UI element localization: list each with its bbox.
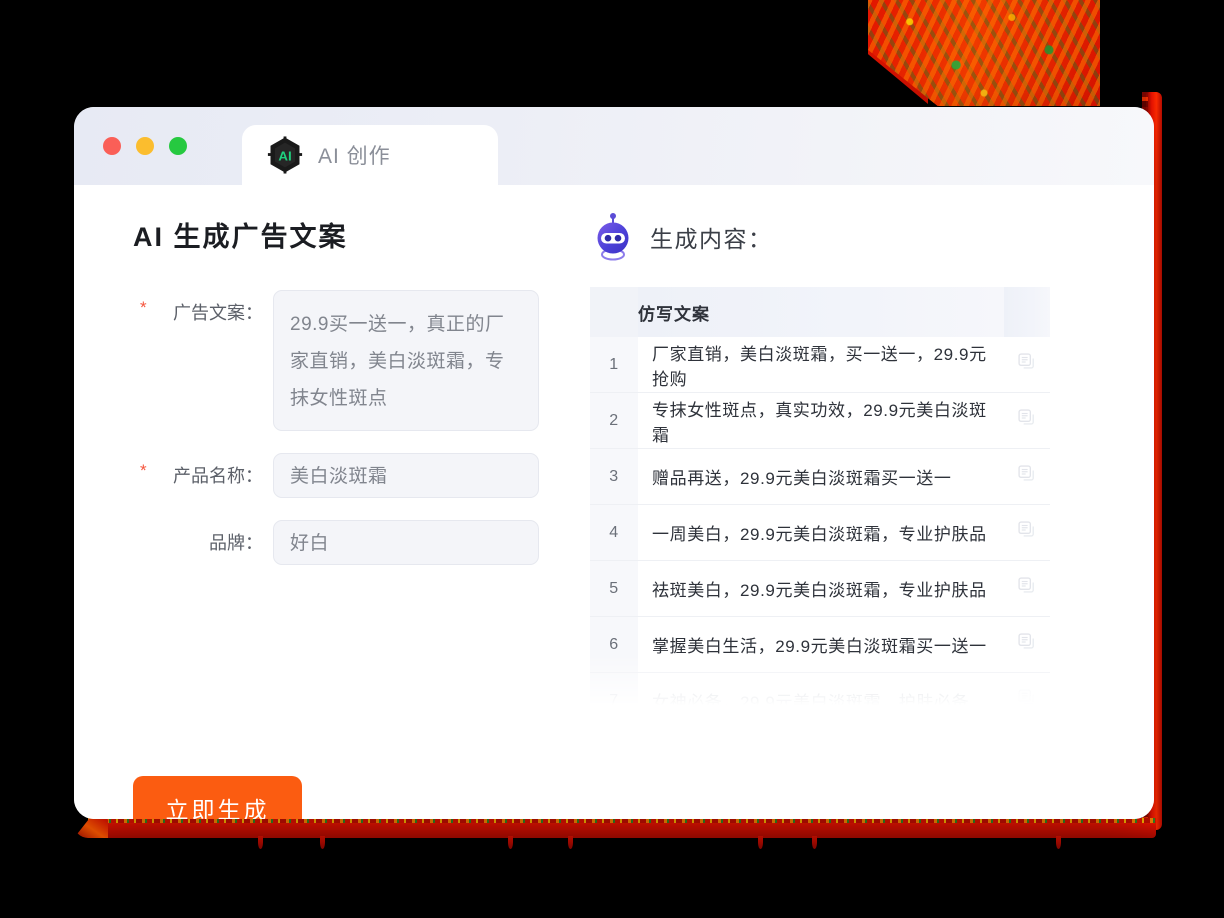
row-copy-text: 一周美白，29.9元美白淡斑霜，专业护肤品: [638, 504, 1004, 561]
field-label-brand: * 品牌：: [133, 520, 273, 555]
table-row[interactable]: 4 一周美白，29.9元美白淡斑霜，专业护肤品: [590, 504, 1050, 561]
field-brand: * 品牌： 好白: [133, 520, 580, 565]
copy-icon[interactable]: [1018, 353, 1036, 371]
table-header-row: 仿写文案: [590, 287, 1050, 337]
table-row[interactable]: 5 祛斑美白，29.9元美白淡斑霜，专业护肤品: [590, 560, 1050, 617]
form-pane: AI 生成广告文案 * 广告文案： 29.9买一送一，真正的厂家直销，美白淡斑霜…: [74, 185, 580, 819]
row-copy-text: 祛斑美白，29.9元美白淡斑霜，专业护肤品: [638, 560, 1004, 617]
tab-ai-creation[interactable]: AI AI 创作: [242, 125, 498, 185]
field-label-product-name: * 产品名称：: [133, 453, 273, 488]
row-copy-action[interactable]: [1004, 672, 1050, 705]
ai-hexagon-icon: AI: [267, 136, 303, 174]
table-row[interactable]: 1 厂家直销，美白淡斑霜，买一送一，29.9元抢购: [590, 337, 1050, 393]
decor-bottom-band: [88, 818, 1156, 838]
field-label-text: 品牌：: [209, 533, 263, 553]
field-label-ad-copy: * 广告文案：: [133, 290, 273, 325]
field-label-text: 产品名称：: [173, 466, 263, 486]
row-index: 6: [590, 616, 638, 673]
decor-drip: [1056, 836, 1061, 849]
results-header: 生成内容：: [592, 213, 1084, 261]
table-body: 1 厂家直销，美白淡斑霜，买一送一，29.9元抢购 2 专抹女性斑点，真实功效，29.…: [590, 337, 1050, 705]
app-window: AI AI 创作 AI 生成广告文案 * 广告文案： 29.9买一送一，真正的厂…: [74, 107, 1154, 819]
minimize-button[interactable]: [136, 137, 154, 155]
required-asterisk: *: [140, 298, 147, 317]
row-copy-text: 专抹女性斑点，真实功效，29.9元美白淡斑霜: [638, 392, 1004, 449]
table-row[interactable]: 6 掌握美白生活，29.9元美白淡斑霜买一送一: [590, 616, 1050, 673]
field-ad-copy: * 广告文案： 29.9买一送一，真正的厂家直销，美白淡斑霜，专抹女性斑点: [133, 290, 580, 431]
col-index: [590, 287, 638, 337]
close-button[interactable]: [103, 137, 121, 155]
traffic-light-group: [103, 137, 187, 155]
svg-text:AI: AI: [278, 149, 291, 164]
table-row[interactable]: 3 赠品再送，29.9元美白淡斑霜买一送一: [590, 448, 1050, 505]
row-copy-action[interactable]: [1004, 504, 1050, 561]
row-copy-action[interactable]: [1004, 448, 1050, 505]
decor-drip: [320, 836, 325, 849]
decor-drip: [568, 836, 573, 849]
robot-icon: [597, 213, 629, 261]
decor-textured-flag: [868, 0, 1100, 106]
decor-drip: [812, 836, 817, 849]
decor-drip: [508, 836, 513, 849]
ad-copy-textarea[interactable]: 29.9买一送一，真正的厂家直销，美白淡斑霜，专抹女性斑点: [273, 290, 539, 431]
row-copy-action[interactable]: [1004, 616, 1050, 673]
col-copy-text: 仿写文案: [638, 287, 1004, 337]
decor-flag-tail: [868, 0, 928, 104]
col-action: [1004, 287, 1050, 337]
required-asterisk: *: [140, 461, 147, 480]
row-copy-text: 女神必备，29.9元美白淡斑霜，护肤必备: [638, 672, 1004, 705]
row-index: 3: [590, 448, 638, 505]
decor-drip: [758, 836, 763, 849]
row-copy-text: 厂家直销，美白淡斑霜，买一送一，29.9元抢购: [638, 337, 1004, 393]
copy-icon[interactable]: [1018, 633, 1036, 651]
row-index: 1: [590, 337, 638, 393]
brand-input[interactable]: 好白: [273, 520, 539, 565]
copy-icon[interactable]: [1018, 577, 1036, 595]
copy-icon[interactable]: [1018, 521, 1036, 539]
row-copy-text: 赠品再送，29.9元美白淡斑霜买一送一: [638, 448, 1004, 505]
field-product-name: * 产品名称： 美白淡斑霜: [133, 453, 580, 498]
field-label-text: 广告文案：: [173, 303, 263, 323]
copy-icon[interactable]: [1018, 465, 1036, 483]
results-title: 生成内容：: [650, 226, 773, 252]
row-copy-text: 掌握美白生活，29.9元美白淡斑霜买一送一: [638, 616, 1004, 673]
maximize-button[interactable]: [169, 137, 187, 155]
row-copy-action[interactable]: [1004, 560, 1050, 617]
generate-button[interactable]: 立即生成: [133, 776, 302, 819]
row-index: 4: [590, 504, 638, 561]
copy-icon[interactable]: [1018, 409, 1036, 427]
product-name-input[interactable]: 美白淡斑霜: [273, 453, 539, 498]
copy-icon[interactable]: [1018, 689, 1036, 705]
row-copy-action[interactable]: [1004, 392, 1050, 449]
page-title: AI 生成广告文案: [133, 222, 348, 252]
results-pane: 生成内容： 仿写文案 1 厂家直销，美白淡斑霜，买一送一，29.9元抢购 2 专抹女性…: [580, 185, 1154, 819]
tab-label: AI 创作: [318, 145, 391, 168]
row-copy-action[interactable]: [1004, 337, 1050, 393]
decor-drip: [258, 836, 263, 849]
row-index: 2: [590, 392, 638, 449]
table-row[interactable]: 2 专抹女性斑点，真实功效，29.9元美白淡斑霜: [590, 392, 1050, 449]
window-body: AI 生成广告文案 * 广告文案： 29.9买一送一，真正的厂家直销，美白淡斑霜…: [74, 185, 1154, 819]
window-titlebar: AI AI 创作: [74, 107, 1154, 185]
results-table: 仿写文案 1 厂家直销，美白淡斑霜，买一送一，29.9元抢购 2 专抹女性斑点，真实功…: [590, 287, 1050, 705]
row-index: 5: [590, 560, 638, 617]
table-row[interactable]: 7 女神必备，29.9元美白淡斑霜，护肤必备: [590, 672, 1050, 705]
results-table-wrap[interactable]: 仿写文案 1 厂家直销，美白淡斑霜，买一送一，29.9元抢购 2 专抹女性斑点，真实功…: [590, 287, 1050, 705]
row-index: 7: [590, 672, 638, 705]
